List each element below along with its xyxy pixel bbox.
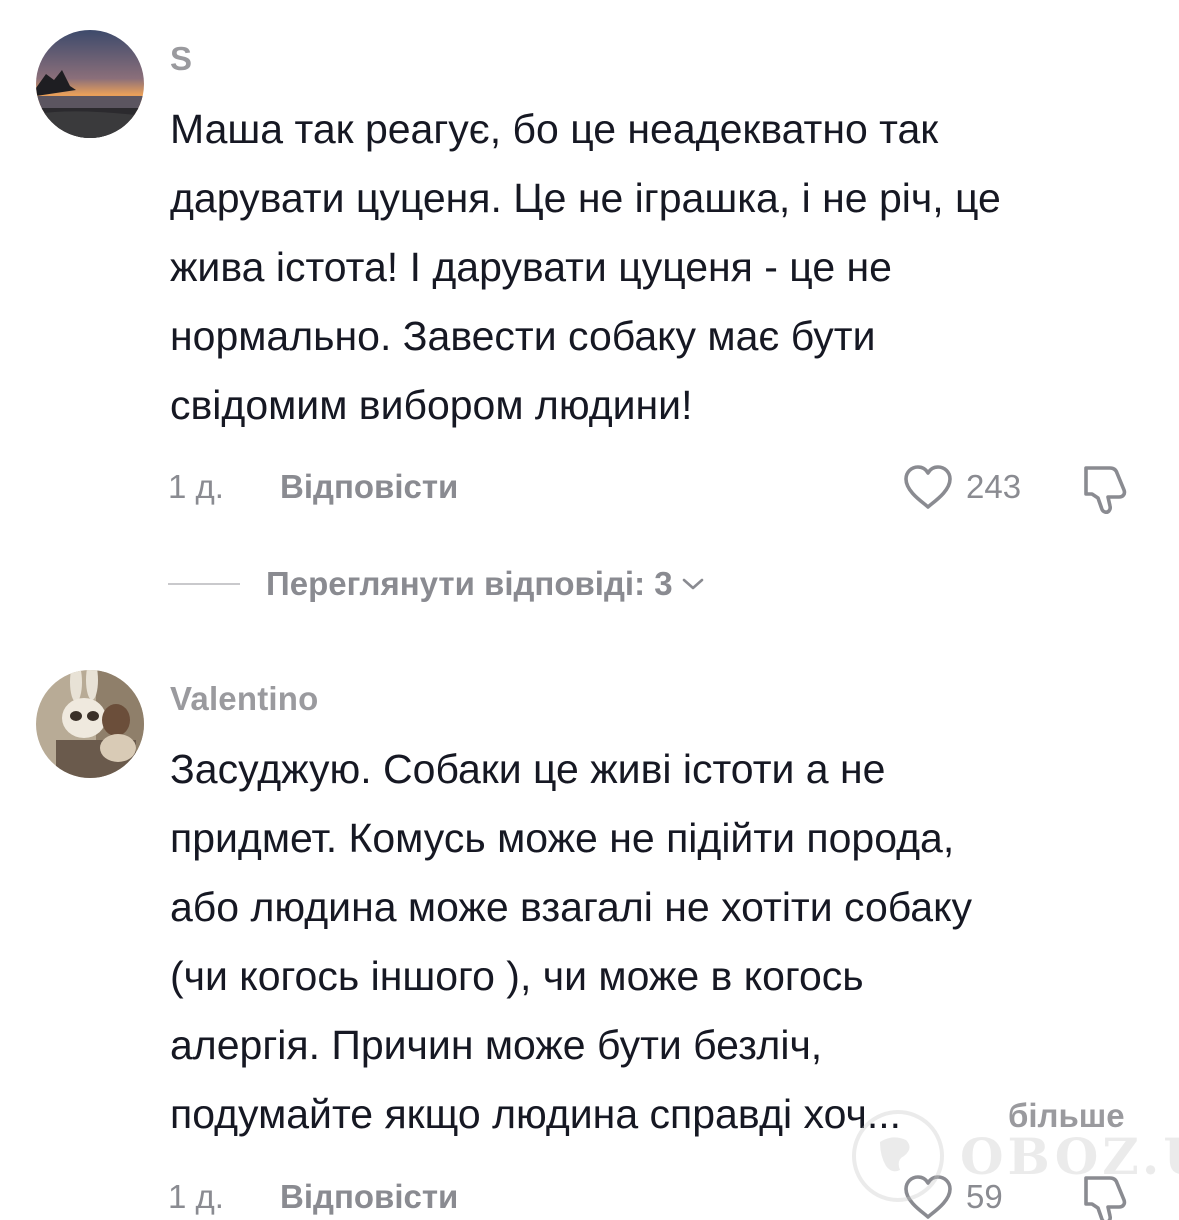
comment-text-line: або людина може взагалі не хотіти собаку (170, 884, 973, 930)
sunset-lake-avatar-image (36, 30, 144, 138)
bunny-mask-avatar-image (36, 670, 144, 778)
comment-text-line: свідомим вибором людини! (170, 382, 693, 428)
comment-text: Засуджую. Собаки це живі істоти а не при… (170, 735, 1130, 1149)
watermark: OBOZ.UA (850, 1108, 1179, 1204)
watermark-text: OBOZ.UA (960, 1126, 1179, 1186)
thumbs-down-icon[interactable] (1080, 460, 1132, 516)
comment-time: 1 д. (168, 1178, 224, 1215)
comment-text-line: (чи когось іншого ), чи може в когось (170, 953, 864, 999)
divider-line (168, 583, 240, 585)
comment-username[interactable]: S (170, 40, 192, 78)
like-count: 243 (966, 468, 1022, 505)
comment-time: 1 д. (168, 468, 224, 505)
view-replies-button[interactable]: Переглянути відповіді: 3 (168, 562, 705, 606)
reply-button[interactable]: Відповісти (280, 1178, 458, 1216)
comment-text-line: нормально. Завести собаку має бути (170, 313, 876, 359)
comment-text-line: жива істота! І дарувати цуценя - це не (170, 244, 892, 290)
comment-text-line: придмет. Комусь може не підійти порода, (170, 815, 955, 861)
heart-outline-icon[interactable] (902, 463, 954, 511)
reply-button[interactable]: Відповісти (280, 468, 458, 506)
comment-text-line: Засуджую. Собаки це живі істоти а не (170, 746, 886, 792)
comment-text: Маша так реагує, бо це неадекватно так д… (170, 95, 1130, 440)
comments-screen: S Маша так реагує, бо це неадекватно так… (0, 0, 1179, 1220)
chevron-down-icon (682, 578, 703, 590)
view-replies-label: Переглянути відповіді: 3 (266, 565, 673, 602)
comment-text-line: алергія. Причин може бути безліч, (170, 1022, 823, 1068)
comment-text-line: дарувати цуценя. Це не іграшка, і не річ… (170, 175, 1001, 221)
comment-username[interactable]: Valentino (170, 680, 319, 718)
comment-text-line: Маша так реагує, бо це неадекватно так (170, 106, 939, 152)
globe-logo-icon (852, 1110, 944, 1202)
avatar[interactable] (36, 670, 144, 778)
avatar[interactable] (36, 30, 144, 138)
